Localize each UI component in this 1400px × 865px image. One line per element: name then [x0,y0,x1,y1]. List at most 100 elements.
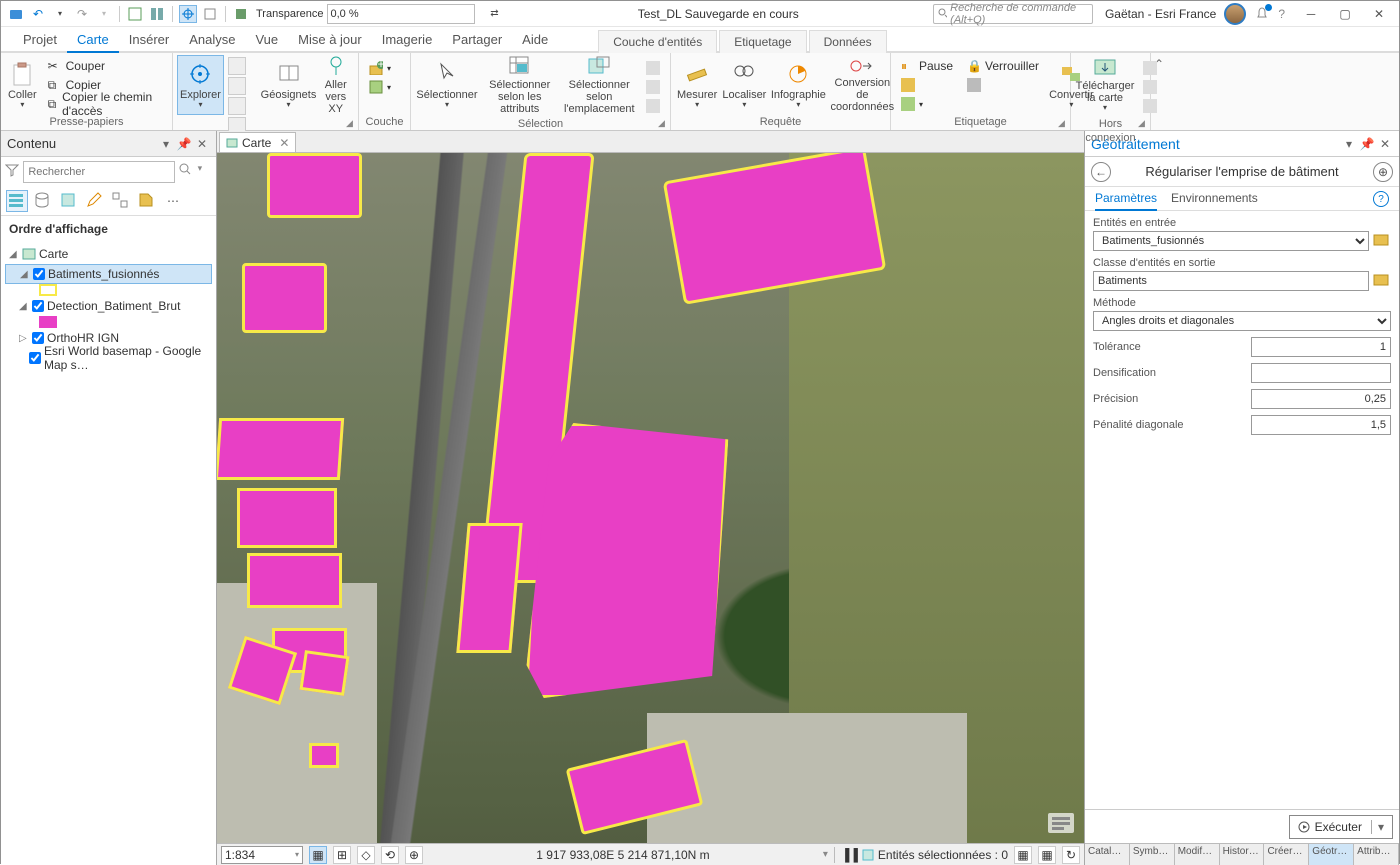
sel-tool-2[interactable] [642,78,664,96]
bookmarks-button[interactable]: Géosignets▾ [262,55,316,115]
paste-button[interactable]: Coller▾ [5,55,40,115]
qat-customize-icon[interactable]: ⇄ [485,5,503,23]
gp-close-icon[interactable]: ✕ [1377,136,1393,152]
layer-checkbox[interactable] [29,352,41,364]
avatar[interactable] [1224,3,1246,25]
tab-partager[interactable]: Partager [442,28,512,51]
browse-icon[interactable] [1373,232,1391,250]
map-tab-close-icon[interactable]: ✕ [279,136,289,150]
toc-more[interactable]: ⋯ [163,191,183,211]
run-dd-icon[interactable]: ▾ [1371,820,1384,834]
goto-xy-button[interactable]: Aller vers XY [318,55,355,115]
notifications-icon[interactable] [1254,6,1270,22]
sidetab-history[interactable]: Histor… [1220,844,1265,865]
map-canvas[interactable] [217,153,1084,843]
redo-icon[interactable]: ↷ [73,5,91,23]
toc-list-by-snapping[interactable] [111,191,131,211]
toc-list-by-source[interactable] [33,191,53,211]
pause-labels-button[interactable]: ⏸Pause [897,57,957,75]
minimize-button[interactable]: ─ [1297,4,1325,24]
ctx-tab-layer[interactable]: Couche d'entités [598,30,717,53]
ctx-tab-labeling[interactable]: Etiquetage [719,30,806,53]
param-method-input[interactable]: Angles droits et diagonales [1093,311,1391,331]
contents-search-input[interactable] [23,161,175,183]
sidetab-symbology[interactable]: Symb… [1130,844,1175,865]
layer-swatch-outline[interactable] [39,284,57,296]
layer-detection-brut[interactable]: ◢ Detection_Batiment_Brut [5,296,212,316]
cut-button[interactable]: ✂Couper [44,57,166,75]
gp-back-button[interactable]: ← [1091,162,1111,182]
toc-list-by-drawing[interactable] [7,191,27,211]
sidetab-catalog[interactable]: Catal… [1085,844,1130,865]
explore-button[interactable]: Explorer▾ [177,55,224,115]
undo-dd-icon[interactable]: ▾ [51,5,69,23]
select-button[interactable]: Sélectionner▾ [415,55,479,115]
twisty-icon[interactable]: ◢ [19,301,29,312]
tab-analyse[interactable]: Analyse [179,28,245,51]
offline-tool-2[interactable] [1139,78,1161,96]
map-view-tab[interactable]: Carte ✕ [219,132,296,152]
maximize-button[interactable]: ▢ [1331,4,1359,24]
offline-tool-3[interactable] [1139,97,1161,115]
twisty-icon[interactable]: ▷ [19,333,29,344]
layer-checkbox[interactable] [32,332,44,344]
scale-input[interactable]: 1:834▾ [221,846,303,864]
locate-button[interactable]: Localiser▾ [721,55,767,115]
group-labeling-exp[interactable]: ◢ [1058,118,1068,128]
param-densification-input[interactable] [1251,363,1391,383]
twisty-icon[interactable]: ◢ [9,249,19,260]
qat-btn-3[interactable] [201,5,219,23]
select-by-attr-button[interactable]: Sélectionner selon les attributs [481,55,559,115]
sb-btn-8[interactable]: ↻ [1062,846,1080,864]
download-map-button[interactable]: Télécharger la carte▾ [1075,55,1135,115]
close-button[interactable]: ✕ [1365,4,1393,24]
add-preset-button[interactable]: ▾ [365,78,395,96]
tab-vue[interactable]: Vue [245,28,288,51]
sel-pause-icon[interactable]: ▐▐ [841,848,858,862]
measure-button[interactable]: Mesurer▾ [675,55,719,115]
map-node[interactable]: ◢ Carte [5,244,212,264]
gp-help-icon[interactable]: ? [1373,191,1389,207]
transparency-input[interactable] [327,4,475,24]
group-selection-exp[interactable]: ◢ [658,118,668,128]
tab-carte[interactable]: Carte [67,28,119,53]
tab-inserer[interactable]: Insérer [119,28,179,51]
qat-btn-2[interactable] [148,5,166,23]
user-name[interactable]: Gaëtan - Esri France [1105,7,1216,21]
twisty-icon[interactable]: ◢ [20,269,30,280]
ctx-tab-data[interactable]: Données [809,30,887,53]
param-diag-input[interactable] [1251,415,1391,435]
add-data-button[interactable]: +▾ [365,59,395,77]
gp-add-button[interactable]: ⊕ [1373,162,1393,182]
gp-tab-environments[interactable]: Environnements [1171,191,1258,210]
label-tool-2[interactable] [897,76,957,94]
tab-imagerie[interactable]: Imagerie [372,28,443,51]
label-tool-3[interactable]: ▾ [897,95,957,113]
infographic-button[interactable]: Infographie▾ [769,55,827,115]
run-button[interactable]: Exécuter ▾ [1289,815,1393,839]
param-tolerance-input[interactable] [1251,337,1391,357]
qat-btn-4[interactable] [232,5,250,23]
toc-list-by-selection[interactable] [59,191,79,211]
gp-tab-parameters[interactable]: Paramètres [1095,191,1157,211]
param-out-input[interactable] [1093,271,1369,291]
gp-pin-icon[interactable]: 📌 [1359,136,1375,152]
sb-btn-5[interactable]: ⊕ [405,846,423,864]
layer-swatch-fill[interactable] [39,316,57,328]
sb-btn-1[interactable]: ▦ [309,846,327,864]
layer-checkbox[interactable] [33,268,45,280]
layer-batiments-fusionnes[interactable]: ◢ Batiments_fusionnés [5,264,212,284]
tab-projet[interactable]: Projet [13,28,67,51]
param-precision-input[interactable] [1251,389,1391,409]
lock-labels-button[interactable]: 🔒Verrouiller [963,57,1043,75]
undo-icon[interactable]: ↶ [29,5,47,23]
sidetab-modify[interactable]: Modif… [1175,844,1220,865]
sb-btn-3[interactable]: ◇ [357,846,375,864]
command-search[interactable]: Recherche de commande (Alt+Q) [933,4,1093,24]
toc-list-by-labeling[interactable] [137,191,157,211]
offline-tool-1[interactable] [1139,59,1161,77]
sb-btn-7[interactable]: ▦ [1038,846,1056,864]
sel-tool-3[interactable] [642,97,664,115]
coord-conv-button[interactable]: Conversion de coordonnées [829,55,895,115]
sidetab-geoprocessing[interactable]: Géotr… [1309,844,1354,865]
